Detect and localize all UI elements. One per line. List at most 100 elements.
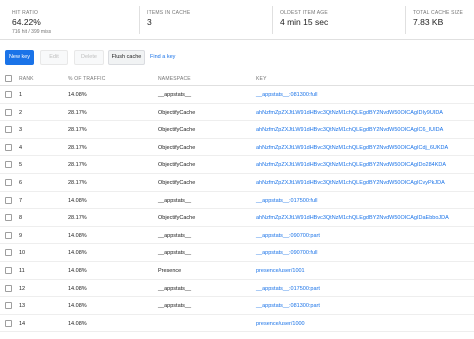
table-row[interactable]: 2 28.17% ObjectifyCache ahNzfmZpZXJtLW91dHB… <box>0 104 474 122</box>
namespace-cell: ObjectifyCache <box>158 215 196 222</box>
traffic-cell: 28.17% <box>68 162 87 169</box>
delete-button[interactable]: Delete <box>74 50 104 65</box>
table-header: RANK % OF TRAFFIC NAMESPACE KEY <box>0 72 474 86</box>
rank-cell: 3 <box>19 127 23 134</box>
row-checkbox[interactable] <box>5 91 12 98</box>
new-key-button[interactable]: New key <box>5 50 34 65</box>
key-link[interactable]: ahNzfmZpZXJtLW91dHBvc3QtNzM1chQLEgdBY2Nv… <box>256 180 445 186</box>
traffic-cell: 14.08% <box>68 92 87 98</box>
table-row[interactable]: 13 14.08% __appstats__ __appstats__:081300:… <box>0 297 474 315</box>
table-row[interactable]: 12 14.08% __appstats__ __appstats__:017500:… <box>0 280 474 298</box>
find-key-link[interactable]: Find a key <box>150 50 175 65</box>
table-row[interactable]: 6 28.17% ObjectifyCache ahNzfmZpZXJtLW91dHB… <box>0 174 474 192</box>
table-row[interactable]: 7 14.08% __appstats__ __appstats__:017500:f… <box>0 192 474 210</box>
stat-divider <box>272 6 273 34</box>
traffic-cell: 28.17% <box>68 215 87 222</box>
row-checkbox[interactable] <box>5 284 12 292</box>
row-checkbox[interactable] <box>5 179 12 186</box>
row-checkbox[interactable] <box>5 249 12 257</box>
rank-cell: 2 <box>19 109 23 116</box>
traffic-cell: 28.17% <box>68 109 87 116</box>
key-link[interactable]: __appstats__:017500:part <box>256 286 320 292</box>
rank-cell: 13 <box>19 303 26 310</box>
key-link[interactable]: presence/user/1000 <box>256 321 305 327</box>
stat-divider <box>405 6 406 34</box>
rank-cell: 7 <box>19 197 23 204</box>
key-link[interactable]: presence/user/1001 <box>256 268 305 274</box>
column-header-namespace[interactable]: NAMESPACE <box>158 76 191 82</box>
row-checkbox[interactable] <box>5 161 12 169</box>
traffic-cell: 28.17% <box>68 180 87 186</box>
stat-value: 4 min 15 sec <box>280 17 329 27</box>
row-checkbox[interactable] <box>5 319 12 327</box>
edit-button[interactable]: Edit <box>40 50 68 65</box>
namespace-cell: __appstats__ <box>158 232 192 239</box>
row-checkbox[interactable] <box>5 267 12 274</box>
stat-label: TOTAL CACHE SIZE <box>413 10 464 16</box>
stat-value: 3 <box>147 17 152 27</box>
rank-cell: 14 <box>19 320 26 327</box>
stat-value: 7.83 KB <box>413 17 444 27</box>
row-checkbox[interactable] <box>5 231 12 239</box>
table-row[interactable]: 3 28.17% ObjectifyCache ahNzfmZpZXJtLW91dHB… <box>0 121 474 139</box>
key-link[interactable]: __appstats__:090700:full <box>256 250 317 256</box>
namespace-cell: ObjectifyCache <box>158 127 196 134</box>
traffic-cell: 14.08% <box>68 320 87 327</box>
traffic-cell: 14.08% <box>68 232 87 239</box>
key-link[interactable]: __appstats__:081300:full <box>256 92 317 98</box>
namespace-cell: __appstats__ <box>158 285 192 292</box>
rank-cell: 6 <box>19 180 23 186</box>
row-checkbox[interactable] <box>5 302 12 310</box>
rank-cell: 11 <box>19 268 25 274</box>
rank-cell: 5 <box>19 162 23 169</box>
select-all-checkbox[interactable] <box>5 75 12 82</box>
traffic-cell: 28.17% <box>68 144 87 151</box>
table-row[interactable]: 5 28.17% ObjectifyCache ahNzfmZpZXJtLW91dHB… <box>0 156 474 174</box>
namespace-cell: __appstats__ <box>158 92 192 98</box>
table-row[interactable]: 1 14.08% __appstats__ __appstats__:081300:f… <box>0 86 474 104</box>
key-link[interactable]: ahNzfmZpZXJtLW91dHBvc3QtNzM1chQLEgdBY2Nv… <box>256 215 449 221</box>
namespace-cell: ObjectifyCache <box>158 109 196 116</box>
key-link[interactable]: __appstats__:090700:part <box>256 233 320 239</box>
toolbar: New key Edit Delete Flush cache Find a k… <box>0 50 474 68</box>
cache-stats-bar: HIT RATIO 64.22% 716 hit / 399 miss ITEM… <box>0 0 474 40</box>
namespace-cell: ObjectifyCache <box>158 162 196 169</box>
traffic-cell: 14.08% <box>68 268 87 274</box>
row-checkbox[interactable] <box>5 214 12 222</box>
key-link[interactable]: ahNzfmZpZXJtLW91dHBvc3QtNzM1chQLEgdBY2Nv… <box>256 162 446 168</box>
table-row[interactable]: 9 14.08% __appstats__ __appstats__:090700:p… <box>0 227 474 245</box>
row-checkbox[interactable] <box>5 143 12 151</box>
namespace-cell: __appstats__ <box>158 197 192 204</box>
column-header-rank[interactable]: RANK <box>19 76 34 82</box>
table-row[interactable]: 10 14.08% __appstats__ __appstats__:090700:… <box>0 244 474 262</box>
namespace-cell: ObjectifyCache <box>158 144 196 151</box>
rank-cell: 4 <box>19 144 23 151</box>
row-checkbox[interactable] <box>5 196 12 204</box>
stat-divider <box>139 6 140 34</box>
key-link[interactable]: __appstats__:017500:full <box>256 198 317 204</box>
key-link[interactable]: __appstats__:081300:part <box>256 303 320 309</box>
rank-cell: 12 <box>19 285 26 292</box>
column-header-key[interactable]: KEY <box>256 76 267 82</box>
stat-label: ITEMS IN CACHE <box>147 10 191 16</box>
stat-subtext: 716 hit / 399 miss <box>12 29 52 35</box>
traffic-cell: 28.17% <box>68 127 87 134</box>
stat-label: OLDEST ITEM AGE <box>280 10 328 16</box>
key-link[interactable]: ahNzfmZpZXJtLW91dHBvc3QtNzM1chQLEgdBY2Nv… <box>256 110 443 116</box>
column-header-traffic[interactable]: % OF TRAFFIC <box>68 76 106 82</box>
key-link[interactable]: ahNzfmZpZXJtLW91dHBvc3QtNzM1chQLEgdBY2Nv… <box>256 145 448 151</box>
namespace-cell: ObjectifyCache <box>158 180 196 186</box>
stat-label: HIT RATIO <box>12 10 39 16</box>
flush-cache-button[interactable]: Flush cache <box>108 50 145 65</box>
key-link[interactable]: ahNzfmZpZXJtLW91dHBvc3QtNzM1chQLEgdBY2Nv… <box>256 127 443 133</box>
table-row[interactable]: 11 14.08% Presence presence/user/1001 <box>0 262 474 280</box>
rank-cell: 9 <box>19 232 23 239</box>
namespace-cell: __appstats__ <box>158 250 192 257</box>
namespace-cell: __appstats__ <box>158 303 192 310</box>
traffic-cell: 14.08% <box>68 303 87 310</box>
table-row[interactable]: 14 14.08% presence/user/1000 <box>0 315 474 333</box>
table-row[interactable]: 8 28.17% ObjectifyCache ahNzfmZpZXJtLW91dHB… <box>0 209 474 227</box>
table-row[interactable]: 4 28.17% ObjectifyCache ahNzfmZpZXJtLW91dHB… <box>0 139 474 157</box>
row-checkbox[interactable] <box>5 126 12 134</box>
row-checkbox[interactable] <box>5 108 12 116</box>
